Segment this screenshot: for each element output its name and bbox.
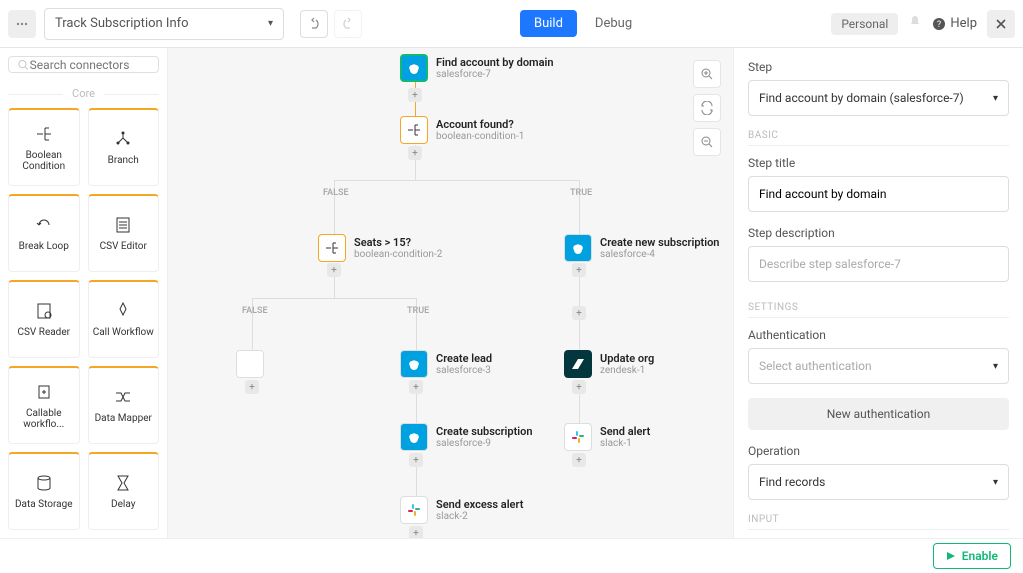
connector-break-loop[interactable]: Break Loop	[8, 194, 80, 272]
help-button[interactable]: ? Help	[932, 16, 977, 31]
connector-data-mapper[interactable]: Data Mapper	[88, 366, 160, 444]
core-section-label: Core	[8, 87, 159, 100]
node-update-org[interactable]: Update orgzendesk-1	[564, 350, 654, 378]
basic-section: BASIC	[748, 130, 1009, 146]
zoom-fit-button[interactable]	[693, 94, 721, 122]
slack-icon	[400, 496, 428, 524]
operation-label: Operation	[748, 444, 1009, 458]
enable-button[interactable]: Enable	[933, 543, 1011, 569]
settings-section: SETTINGS	[748, 302, 1009, 318]
search-input[interactable]	[30, 58, 150, 72]
branch-true-label: TRUE	[407, 306, 429, 316]
chevron-down-icon: ▾	[993, 93, 998, 104]
connector-call-workflow[interactable]: Call Workflow	[88, 280, 160, 358]
zoom-in-button[interactable]	[693, 60, 721, 88]
zoom-out-button[interactable]	[693, 128, 721, 156]
chevron-down-icon: ▾	[993, 361, 998, 372]
connector-boolean-condition[interactable]: Boolean Condition	[8, 108, 80, 186]
node-seats[interactable]: Seats > 15?boolean-condition-2	[318, 234, 442, 262]
salesforce-icon	[400, 350, 428, 378]
step-title-input[interactable]	[748, 176, 1009, 212]
add-step-icon[interactable]: +	[572, 306, 586, 320]
connector-callable-workflow[interactable]: Callable workflo...	[8, 366, 80, 444]
add-step-icon[interactable]: +	[409, 453, 423, 467]
inspector-panel: Step Find account by domain (salesforce-…	[733, 48, 1023, 538]
connector-csv-reader[interactable]: CSV Reader	[8, 280, 80, 358]
workflow-name: Track Subscription Info	[55, 16, 189, 31]
salesforce-icon	[564, 234, 592, 262]
add-step-icon[interactable]: +	[572, 453, 586, 467]
operation-select[interactable]: Find records▾	[748, 464, 1009, 500]
node-send-excess[interactable]: Send excess alertslack-2	[400, 496, 523, 524]
branch-false-label: FALSE	[323, 188, 349, 198]
workflow-select[interactable]: Track Subscription Info ▾	[44, 8, 284, 40]
add-step-icon[interactable]: +	[327, 263, 341, 277]
workspace-badge: Personal	[831, 13, 898, 35]
play-icon	[946, 551, 956, 561]
node-create-new-sub[interactable]: Create new subscriptionsalesforce-4	[564, 234, 719, 262]
step-title-label: Step title	[748, 156, 1009, 170]
condition-icon	[318, 234, 346, 262]
empty-node-icon	[236, 350, 264, 378]
node-send-alert[interactable]: Send alertslack-1	[564, 423, 650, 451]
add-step-icon[interactable]: +	[572, 380, 586, 394]
branch-false-label: FALSE	[242, 306, 268, 316]
node-find-account[interactable]: Find account by domainsalesforce-7	[400, 54, 554, 82]
auth-select[interactable]: Select authentication▾	[748, 348, 1009, 384]
salesforce-icon	[400, 423, 428, 451]
build-tab[interactable]: Build	[520, 10, 577, 37]
chevron-down-icon: ▾	[993, 477, 998, 488]
add-step-icon[interactable]: +	[409, 380, 423, 394]
slack-icon	[564, 423, 592, 451]
debug-tab[interactable]: Debug	[581, 10, 646, 37]
connector-sidebar: Core Boolean Condition Branch Break Loop…	[0, 48, 168, 538]
step-label: Step	[748, 60, 1009, 74]
help-label: Help	[950, 16, 977, 31]
auth-label: Authentication	[748, 328, 1009, 342]
connector-branch[interactable]: Branch	[88, 108, 160, 186]
add-step-icon[interactable]: +	[572, 263, 586, 277]
node-empty[interactable]	[236, 350, 264, 378]
svg-text:?: ?	[937, 20, 941, 30]
connector-data-storage[interactable]: Data Storage	[8, 452, 80, 530]
node-create-lead[interactable]: Create leadsalesforce-3	[400, 350, 492, 378]
add-step-icon[interactable]: +	[408, 146, 422, 160]
step-desc-label: Step description	[748, 226, 1009, 240]
new-auth-button[interactable]: New authentication	[748, 398, 1009, 430]
connector-csv-editor[interactable]: CSV Editor	[88, 194, 160, 272]
workflow-canvas[interactable]: + + + + + + + + + + + FALSE TRUE FALSE T…	[168, 48, 733, 538]
branch-true-label: TRUE	[570, 188, 592, 198]
step-desc-input[interactable]	[748, 246, 1009, 282]
add-step-icon[interactable]: +	[409, 526, 423, 538]
add-step-icon[interactable]: +	[408, 88, 422, 102]
undo-button[interactable]	[300, 10, 328, 38]
salesforce-icon	[400, 54, 428, 82]
connector-delay[interactable]: Delay	[88, 452, 160, 530]
step-select[interactable]: Find account by domain (salesforce-7)▾	[748, 80, 1009, 116]
bell-icon[interactable]	[908, 15, 922, 33]
chevron-down-icon: ▾	[268, 18, 273, 29]
search-input-wrapper[interactable]	[8, 56, 159, 73]
add-step-icon[interactable]: +	[245, 380, 259, 394]
zendesk-icon	[564, 350, 592, 378]
close-button[interactable]	[987, 10, 1015, 38]
node-account-found[interactable]: Account found?boolean-condition-1	[400, 116, 524, 144]
node-create-sub[interactable]: Create subscriptionsalesforce-9	[400, 423, 533, 451]
search-icon	[17, 58, 30, 72]
menu-button[interactable]	[8, 10, 36, 38]
redo-button[interactable]	[334, 10, 362, 38]
condition-icon	[400, 116, 428, 144]
input-section: INPUT	[748, 514, 1009, 530]
